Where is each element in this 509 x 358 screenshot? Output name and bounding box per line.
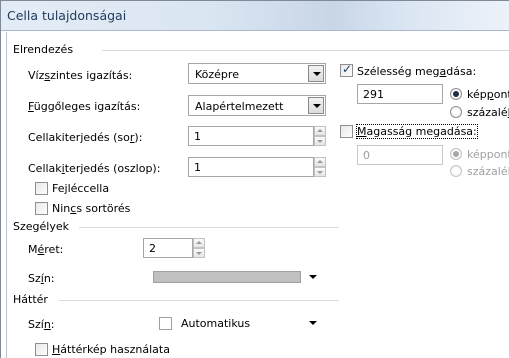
background-section-heading: Háttér (13, 293, 48, 306)
chevron-down-icon[interactable] (308, 65, 324, 82)
dialog-body: Elrendezés Vízszintes igazítás: Középre … (6, 32, 509, 358)
background-color-swatch (159, 317, 172, 330)
horizontal-align-label: Vízszintes igazítás: (28, 69, 133, 82)
background-color-select[interactable]: Automatikus (143, 313, 325, 334)
borders-section-heading: Szegélyek (13, 220, 69, 233)
border-size-input[interactable]: 2 (143, 238, 193, 258)
chevron-down-icon[interactable] (309, 321, 317, 325)
width-unit-pixels-label: képpont (467, 88, 509, 101)
background-separator (59, 300, 339, 301)
border-size-stepper[interactable] (193, 238, 205, 258)
background-color-label: Szín: (28, 318, 55, 331)
width-checkbox[interactable] (340, 62, 353, 77)
height-label: Magasság megadása: (356, 124, 478, 139)
width-input[interactable]: 291 (357, 84, 443, 104)
height-unit-pixels-label: képpont (467, 148, 509, 161)
horizontal-align-select[interactable]: Középre (188, 63, 326, 84)
spin-up-icon[interactable] (193, 238, 205, 248)
row-span-label: Cellakiterjedés (sor): (28, 131, 143, 144)
borders-separator (79, 227, 339, 228)
header-cell-label: Fejléccella (52, 182, 110, 195)
border-color-swatch (153, 271, 301, 283)
col-span-input[interactable]: 1 (188, 157, 314, 177)
height-checkbox[interactable] (340, 125, 353, 138)
spin-down-icon[interactable] (314, 136, 326, 146)
row-span-stepper[interactable] (314, 126, 326, 146)
no-wrap-checkbox[interactable] (35, 202, 48, 215)
cell-properties-dialog: Cella tulajdonságai Elrendezés Vízszinte… (0, 0, 509, 358)
vertical-align-select[interactable]: Alapértelmezett (188, 95, 326, 116)
spin-down-icon[interactable] (314, 167, 326, 177)
width-unit-pixels-radio[interactable] (450, 88, 462, 100)
dialog-title: Cella tulajdonságai (7, 8, 127, 23)
width-unit-percent-radio[interactable] (450, 106, 462, 118)
width-unit-percent-label: százalék (467, 106, 509, 119)
chevron-down-icon[interactable] (309, 275, 317, 279)
spin-down-icon[interactable] (193, 248, 205, 258)
spin-up-icon[interactable] (314, 126, 326, 136)
header-cell-checkbox[interactable] (35, 182, 48, 195)
width-label: Szélesség megadása: (357, 65, 477, 78)
col-span-label: Cellakiterjedés (oszlop): (28, 162, 161, 175)
layout-separator (102, 50, 509, 51)
spin-up-icon[interactable] (314, 157, 326, 167)
height-unit-percent-radio[interactable] (450, 165, 462, 177)
height-input[interactable]: 0 (357, 145, 443, 165)
height-unit-percent-label: százalék (467, 165, 509, 178)
title-bar[interactable]: Cella tulajdonságai (1, 1, 509, 31)
background-image-label: Háttérkép használata (52, 343, 170, 356)
col-span-stepper[interactable] (314, 157, 326, 177)
no-wrap-label: Nincs sortörés (52, 202, 131, 215)
row-span-input[interactable]: 1 (188, 126, 314, 146)
vertical-align-label: Függőleges igazítás: (28, 100, 141, 113)
border-size-label: Méret: (28, 243, 64, 256)
border-color-select[interactable] (143, 267, 325, 288)
height-unit-pixels-radio[interactable] (450, 148, 462, 160)
border-color-label: Szín: (28, 272, 55, 285)
chevron-down-icon[interactable] (308, 97, 324, 114)
background-image-checkbox[interactable] (35, 343, 48, 356)
layout-section-heading: Elrendezés (13, 43, 74, 56)
